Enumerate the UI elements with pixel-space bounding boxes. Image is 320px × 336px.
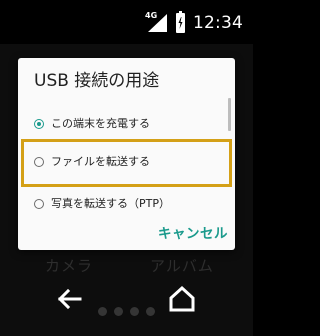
battery-icon bbox=[176, 11, 185, 33]
signal-icon bbox=[148, 14, 167, 32]
app-label-album: アルバム bbox=[150, 257, 214, 275]
page-dot bbox=[114, 307, 123, 316]
back-arrow-icon[interactable] bbox=[56, 286, 82, 312]
radio-button[interactable] bbox=[34, 199, 44, 209]
app-label-camera: カメラ bbox=[45, 257, 94, 275]
radio-button-checked[interactable] bbox=[34, 119, 44, 129]
dialog-scrollbar[interactable] bbox=[228, 98, 231, 131]
option-photo-transfer[interactable]: 写真を転送する（PTP） bbox=[18, 193, 223, 217]
phone-screen: 4G 12:34 カメラ アルバム USB 接続の用途 この端末を充電する ファ… bbox=[0, 0, 253, 336]
page-dot bbox=[130, 307, 139, 316]
clock: 12:34 bbox=[193, 13, 243, 33]
page-dot bbox=[146, 307, 155, 316]
home-icon[interactable] bbox=[168, 285, 196, 313]
dialog-title: USB 接続の用途 bbox=[34, 71, 160, 91]
option-charge[interactable]: この端末を充電する bbox=[18, 113, 223, 137]
option-label: この端末を充電する bbox=[51, 117, 150, 130]
status-bar: 4G 12:34 bbox=[0, 0, 253, 44]
page-indicator bbox=[98, 307, 158, 317]
option-label: 写真を転送する（PTP） bbox=[51, 197, 170, 210]
page-dot bbox=[98, 307, 107, 316]
option-highlight-frame bbox=[21, 139, 232, 187]
cancel-button[interactable]: キャンセル bbox=[138, 223, 228, 245]
